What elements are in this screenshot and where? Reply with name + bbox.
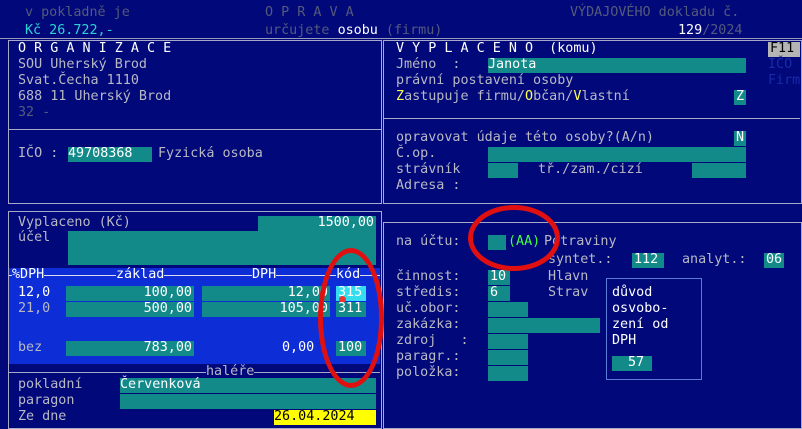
purpose-label: účel [18,230,51,245]
center-name: Strav [548,285,589,300]
f11-key[interactable]: F11 [768,42,800,57]
id-card-label: Č.op. [396,146,437,161]
diner-label: strávník [396,162,461,177]
vat-row-2-vat[interactable]: 105,00 [202,302,330,317]
paragraph-label: paragr.: [396,349,461,364]
activity-field[interactable]: 10 [488,270,510,285]
syntetic-field[interactable]: 112 [632,253,664,268]
exemption-text-1: důvod [612,285,653,300]
exemption-text-4: DPH [612,333,637,348]
center-label: středis: [396,285,461,300]
jmeno-label: Jméno : [396,57,461,72]
mode-title: O P R A V A [265,5,354,20]
document-number: 129/2024 [678,23,743,38]
represents-field[interactable]: Z [734,90,746,105]
id-card-field[interactable] [488,147,746,162]
syntetic-label: syntet.: [548,252,613,267]
source-field[interactable] [488,334,528,349]
vat-amount-header: DPH [252,267,277,282]
side-ico-hint: IČO [768,57,793,72]
address-label: Adresa : [396,178,461,193]
side-firm-hint: Firm [768,73,801,88]
exemption-text-2: osvobo- [612,301,669,316]
organization-street: Svat.Čecha 1110 [18,73,139,88]
organization-title: O R G A N I Z A C E [18,41,172,56]
legal-status-label: právní postavení osoby [396,73,574,88]
order-field[interactable] [488,318,600,333]
organization-name: SOU Uherský Brod [18,57,147,72]
payee-title: V Y P L A C E N O (komu) [396,41,598,56]
vat-row-1-vat[interactable]: 12,00 [202,286,330,301]
purpose-field[interactable] [68,231,376,265]
paragraph-field[interactable] [488,350,528,365]
study-field-input[interactable] [488,302,528,317]
account-label: na účtu: [396,234,461,249]
vat-row-1-pct: 12,0 [18,285,51,300]
date-field[interactable]: 26.04.2024 [274,410,376,425]
vat-pct-header: %DPH [12,267,45,282]
annotation-circle-vat-code [318,248,384,388]
cashier-label: pokladní [18,377,83,392]
item-field[interactable] [488,366,528,381]
vat-base-header: základ [116,267,165,282]
no-vat-label: bez [18,340,43,355]
analytic-field[interactable]: 06 [764,253,784,268]
receipt-field[interactable] [120,394,376,409]
rounding-label: haléře [206,364,255,379]
diner-options: tř./zam./cizí [538,162,643,177]
cash-balance-value: Kč 26.722,- [25,23,114,38]
date-label: Ze dne [18,409,67,424]
no-vat-base[interactable]: 783,00 [66,341,194,356]
vat-row-2-base[interactable]: 500,00 [66,302,194,317]
cash-balance-label: v pokladně je [25,5,130,20]
receipt-label: paragon [18,393,75,408]
vat-row-1-base[interactable]: 100,00 [66,286,194,301]
order-label: zakázka: [396,317,461,332]
study-field-label: uč.obor: [396,301,461,316]
analytic-label: analyt.: [682,252,747,267]
ico-label: IČO : [18,146,59,161]
document-type-label: VÝDAJOVÉHO dokladu č. [570,5,740,20]
diner-field[interactable] [488,163,518,178]
center-field[interactable]: 6 [488,286,510,301]
represents-options: Zastupuje firmu/Občan/Vlastní [396,89,630,104]
vat-row-2-pct: 21,0 [18,301,51,316]
activity-label: činnost: [396,269,461,284]
exemption-text-3: zení od [612,317,669,332]
item-label: položka: [396,365,461,380]
exemption-code-field[interactable]: 57 [612,356,652,371]
paid-amount-field[interactable]: 1500,00 [258,216,376,231]
diner-extra-field[interactable] [692,163,746,178]
paid-amount-label: Vyplaceno (Kč) [18,215,131,230]
ico-person-type: Fyzická osoba [158,146,263,161]
organization-code: 32 - [18,105,51,120]
no-vat-amount: 0,00 [282,340,315,355]
ico-field[interactable]: 49708368 [68,147,152,162]
mode-subtitle: určujete osobu (firmu) [265,23,443,38]
activity-name: Hlavn [548,269,589,284]
edit-person-answer[interactable]: N [734,131,746,146]
jmeno-field[interactable]: Janota [488,58,746,73]
organization-city: 688 11 Uherský Brod [18,89,172,104]
source-label: zdroj : [396,333,469,348]
annotation-circle-account [468,205,560,271]
edit-person-question: opravovat údaje této osoby?(A/n) [396,130,654,145]
